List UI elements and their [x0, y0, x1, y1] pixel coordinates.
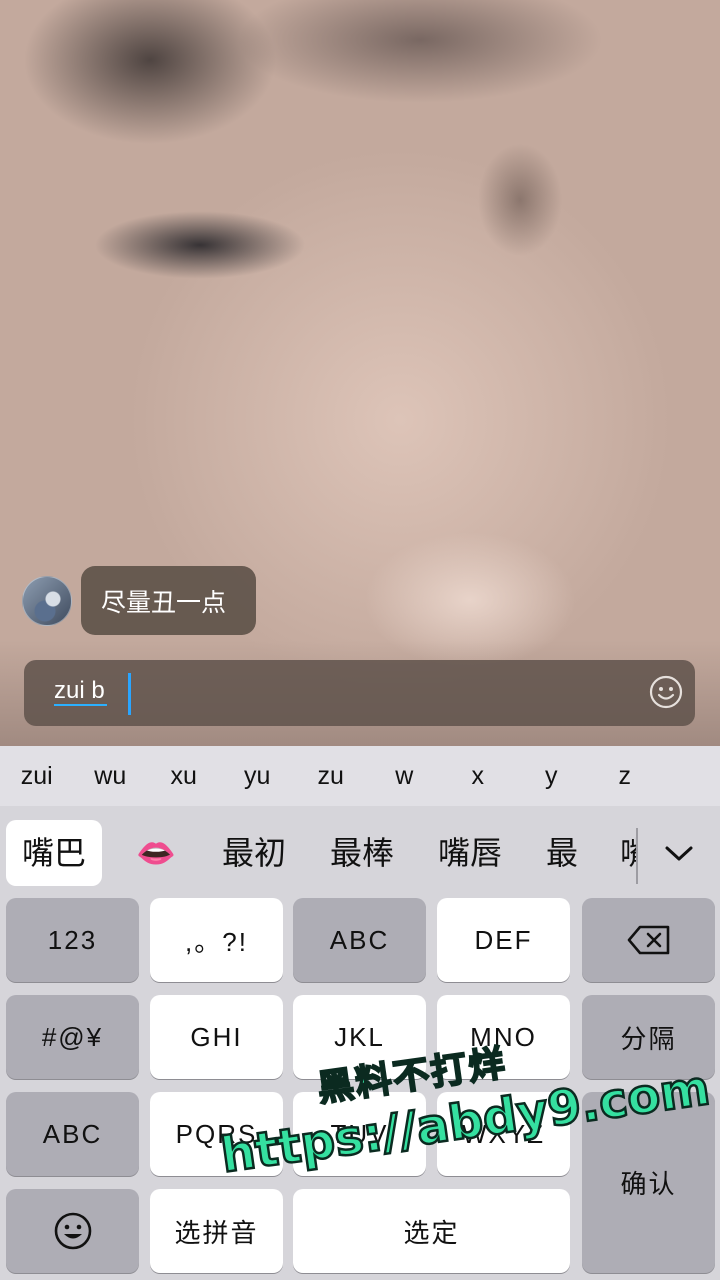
pinyin-option[interactable]: y	[515, 762, 589, 791]
candidate[interactable]: 嘴唇	[438, 820, 502, 886]
pinyin-options-row: zui wu xu yu zu w x y z	[0, 746, 720, 806]
key-separator[interactable]: 分隔	[582, 995, 715, 1079]
key-def[interactable]: DEF	[437, 898, 570, 982]
candidate[interactable]: 最初	[222, 820, 286, 886]
key-symbols[interactable]: #@¥	[6, 995, 139, 1079]
key-ghi[interactable]: GHI	[150, 995, 283, 1079]
pinyin-option[interactable]: wu	[74, 762, 148, 791]
key-pqrs[interactable]: PQRS	[150, 1092, 283, 1176]
backspace-icon	[627, 925, 669, 955]
chevron-down-icon[interactable]	[662, 838, 696, 868]
pinyin-option[interactable]: yu	[221, 762, 295, 791]
keyboard: zui wu xu yu zu w x y z 嘴巴 👄 最初 最棒 嘴唇 最 …	[0, 746, 720, 1280]
text-caret	[128, 673, 131, 715]
candidate[interactable]: 最	[546, 820, 578, 886]
confirm-button[interactable]: 确认	[582, 1092, 715, 1273]
key-jkl[interactable]: JKL	[293, 995, 426, 1079]
key-select-pinyin[interactable]: 选拼音	[150, 1189, 283, 1273]
input-composition-text: zui b	[54, 677, 107, 706]
emoji-keyboard-button[interactable]	[6, 1189, 139, 1273]
key-123[interactable]: 123	[6, 898, 139, 982]
candidate-row: 嘴巴 👄 最初 最棒 嘴唇 最 嘴	[0, 808, 720, 898]
candidate-partial[interactable]: 嘴	[620, 820, 636, 886]
comment-bubble: 尽量丑一点	[81, 566, 257, 635]
key-wxyz[interactable]: WXYZ	[437, 1092, 570, 1176]
candidate-emoji[interactable]: 👄	[136, 820, 176, 886]
candidate[interactable]: 最棒	[330, 820, 394, 886]
comment-item: 尽量丑一点	[22, 566, 257, 635]
video-background	[0, 0, 720, 760]
key-punctuation[interactable]: ,。?!	[150, 898, 283, 982]
backspace-button[interactable]	[582, 898, 715, 982]
key-abc-switch[interactable]: ABC	[6, 1092, 139, 1176]
pinyin-option[interactable]: xu	[147, 762, 221, 791]
key-tuv[interactable]: TUV	[293, 1092, 426, 1176]
pinyin-option[interactable]: w	[368, 762, 442, 791]
comment-input[interactable]: zui b	[24, 660, 695, 726]
key-select[interactable]: 选定	[293, 1189, 570, 1273]
pinyin-option[interactable]: x	[441, 762, 515, 791]
emoji-icon[interactable]	[649, 675, 683, 709]
pinyin-option[interactable]: z	[588, 762, 662, 791]
key-abc[interactable]: ABC	[293, 898, 426, 982]
candidate-divider	[636, 828, 638, 884]
pinyin-option[interactable]: zu	[294, 762, 368, 791]
emoji-icon	[54, 1212, 91, 1250]
avatar[interactable]	[22, 575, 72, 626]
pinyin-option[interactable]: zui	[0, 762, 74, 791]
candidate-selected[interactable]: 嘴巴	[6, 820, 103, 886]
key-mno[interactable]: MNO	[437, 995, 570, 1079]
